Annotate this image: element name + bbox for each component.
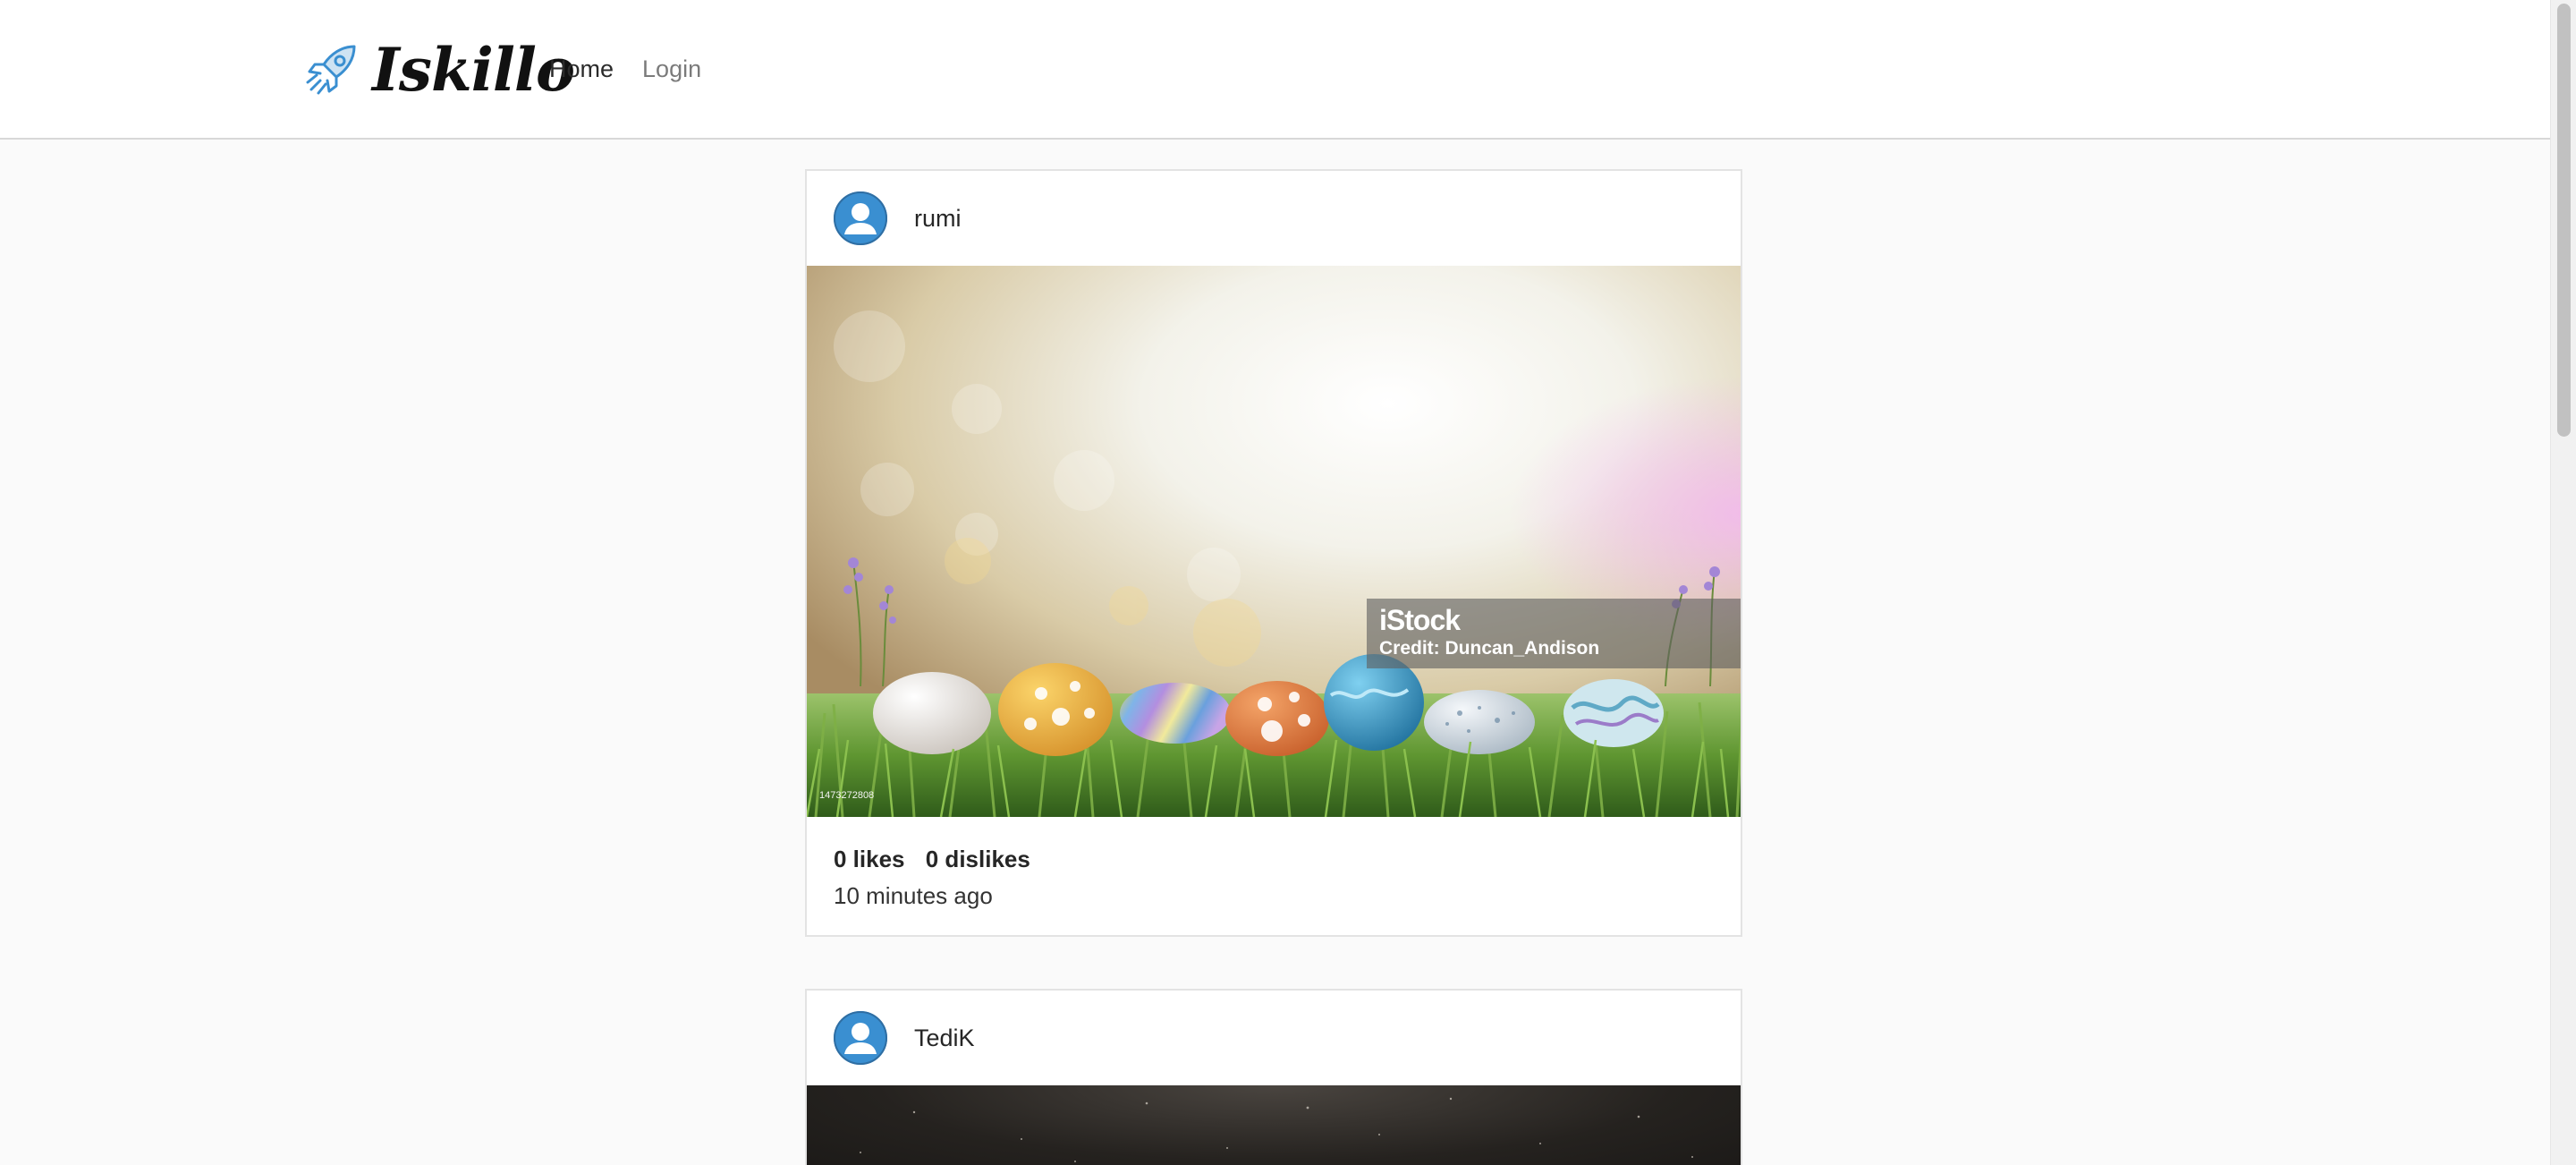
image-credit-overlay: iStock Credit: Duncan_Andison xyxy=(1367,599,1741,668)
post-header: TediK xyxy=(807,991,1741,1085)
post-card: TediK xyxy=(805,989,1742,1165)
nav-login-link[interactable]: Login xyxy=(642,55,701,83)
user-avatar-icon[interactable] xyxy=(834,191,887,245)
scrollbar-thumb[interactable] xyxy=(2557,4,2571,437)
page-scrollbar[interactable] xyxy=(2550,0,2576,1165)
post-username[interactable]: TediK xyxy=(914,1025,975,1052)
easter-eggs-photo xyxy=(807,266,1741,817)
brand-name: Iskillo xyxy=(372,35,575,105)
night-sky-photo xyxy=(860,1097,1693,1162)
rocket-icon xyxy=(306,45,356,95)
top-navbar: Iskillo Home Login xyxy=(0,0,2550,140)
dislikes-count[interactable]: 0 dislikes xyxy=(926,846,1030,872)
app-viewport: Iskillo Home Login rumi iStock Credit: D… xyxy=(0,0,2576,1165)
brand-logo-link[interactable]: Iskillo xyxy=(302,34,575,106)
likes-count[interactable]: 0 likes xyxy=(834,846,905,872)
post-header: rumi xyxy=(807,171,1741,266)
post-reactions: 0 likes 0 dislikes xyxy=(834,846,1714,873)
post-image[interactable]: iStock Credit: Duncan_Andison 1473272808 xyxy=(807,266,1741,817)
nav-home-link[interactable]: Home xyxy=(549,55,614,83)
post-card: rumi iStock Credit: Duncan_Andison 14732… xyxy=(805,169,1742,937)
post-footer: 0 likes 0 dislikes 10 minutes ago xyxy=(807,817,1741,935)
istock-logo: iStock xyxy=(1379,604,1461,636)
image-id-label: 1473272808 xyxy=(819,790,875,801)
user-avatar-icon[interactable] xyxy=(834,1011,887,1065)
post-timestamp: 10 minutes ago xyxy=(834,882,993,909)
image-credit: Credit: Duncan_Andison xyxy=(1379,638,1600,659)
post-username[interactable]: rumi xyxy=(914,205,962,233)
main-nav: Home Login xyxy=(549,47,730,91)
post-image[interactable] xyxy=(807,1085,1741,1165)
